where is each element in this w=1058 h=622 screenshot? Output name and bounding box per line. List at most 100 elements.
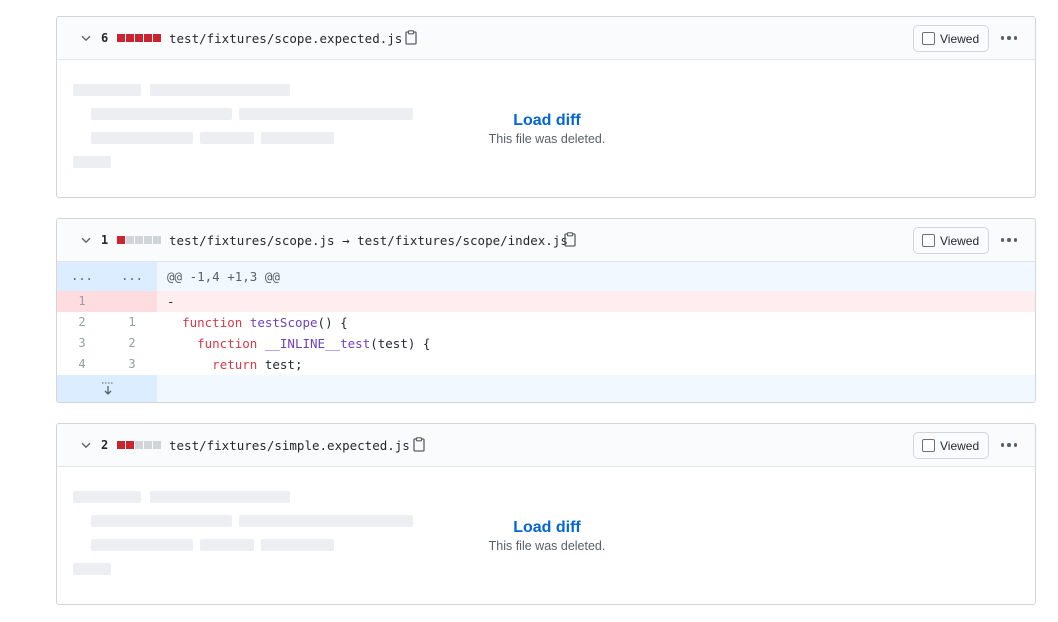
clipboard-icon[interactable] bbox=[564, 232, 576, 247]
diffstat-block bbox=[126, 441, 134, 449]
context-line-row: 43 return test; bbox=[57, 354, 1035, 375]
file-path-link[interactable]: test/fixtures/simple.expected.js bbox=[169, 438, 410, 453]
diffstat-block bbox=[126, 34, 134, 42]
file-header: 1 test/fixtures/scope.js → test/fixtures… bbox=[57, 219, 1035, 262]
viewed-label: Viewed bbox=[940, 31, 980, 46]
diffstat-block bbox=[153, 441, 161, 449]
old-line-number[interactable]: 4 bbox=[57, 354, 107, 375]
file-diff-scope-renamed: 1 test/fixtures/scope.js → test/fixtures… bbox=[56, 218, 1036, 403]
checkbox[interactable] bbox=[922, 439, 935, 452]
function-name-token: testScope bbox=[249, 315, 318, 330]
diff-placeholder: Load diff This file was deleted. bbox=[57, 60, 1035, 196]
diffstat-block bbox=[144, 236, 152, 244]
new-line-number[interactable]: 3 bbox=[107, 354, 157, 375]
code-line: function __INLINE__test(test) { bbox=[157, 333, 1035, 354]
file-path-link[interactable]: test/fixtures/scope.js → test/fixtures/s… bbox=[169, 233, 568, 248]
diffstat-block bbox=[153, 34, 161, 42]
load-diff-link[interactable]: Load diff bbox=[513, 519, 581, 537]
hunk-header-text: @@ -1,4 +1,3 @@ bbox=[167, 269, 280, 284]
keyword-token: function bbox=[197, 336, 258, 351]
load-diff-link[interactable]: Load diff bbox=[513, 112, 581, 130]
chevron-down-icon[interactable] bbox=[79, 31, 93, 45]
diffstat-bar bbox=[117, 236, 161, 244]
diff-table: ... ... @@ -1,4 +1,3 @@ 1-21 function te… bbox=[57, 262, 1035, 402]
skeleton-line bbox=[73, 491, 141, 503]
load-diff-container: Load diff This file was deleted. bbox=[57, 112, 1035, 146]
unfold-down-icon[interactable] bbox=[101, 381, 115, 397]
file-diff-scope-expected: 6 test/fixtures/scope.expected.js Viewed… bbox=[56, 16, 1036, 198]
diffstat-block bbox=[117, 441, 125, 449]
deleted-line-row: 1- bbox=[57, 291, 1035, 312]
load-diff-container: Load diff This file was deleted. bbox=[57, 519, 1035, 553]
viewed-label: Viewed bbox=[940, 233, 980, 248]
diffstat-block bbox=[144, 441, 152, 449]
diffstat-block bbox=[117, 236, 125, 244]
deleted-note: This file was deleted. bbox=[488, 132, 606, 146]
expand-row bbox=[57, 375, 1035, 402]
new-line-number[interactable]: 2 bbox=[107, 333, 157, 354]
diffstat-block bbox=[135, 236, 143, 244]
changes-count: 2 bbox=[101, 438, 109, 452]
viewed-label: Viewed bbox=[940, 438, 980, 453]
viewed-checkbox-button[interactable]: Viewed bbox=[913, 432, 989, 459]
context-line-row: 32 function __INLINE__test(test) { bbox=[57, 333, 1035, 354]
old-line-number[interactable]: 1 bbox=[57, 291, 107, 312]
viewed-checkbox-button[interactable]: Viewed bbox=[913, 25, 989, 52]
skeleton-line bbox=[150, 84, 290, 96]
code-token: test; bbox=[257, 357, 303, 372]
diff-prefix bbox=[167, 357, 175, 372]
skeleton-line bbox=[73, 156, 111, 168]
context-line-row: 21 function testScope() { bbox=[57, 312, 1035, 333]
code-line: - bbox=[157, 291, 1035, 312]
diffstat-block bbox=[153, 236, 161, 244]
chevron-down-icon[interactable] bbox=[79, 438, 93, 452]
file-header: 6 test/fixtures/scope.expected.js Viewed bbox=[57, 17, 1035, 60]
diff-prefix: - bbox=[167, 294, 175, 309]
viewed-checkbox-button[interactable]: Viewed bbox=[913, 227, 989, 254]
diffstat-bar bbox=[117, 441, 161, 449]
diff-placeholder: Load diff This file was deleted. bbox=[57, 467, 1035, 603]
diffstat-block bbox=[135, 441, 143, 449]
deleted-note: This file was deleted. bbox=[488, 539, 606, 553]
diff-prefix bbox=[167, 315, 175, 330]
file-path-link[interactable]: test/fixtures/scope.expected.js bbox=[169, 31, 402, 46]
expand-up-left[interactable]: ... bbox=[57, 262, 107, 291]
diff-prefix bbox=[167, 336, 175, 351]
function-name-token: __INLINE__test bbox=[264, 336, 371, 351]
clipboard-icon[interactable] bbox=[413, 437, 425, 452]
checkbox[interactable] bbox=[922, 234, 935, 247]
keyword-token: return bbox=[212, 357, 258, 372]
diffstat-block bbox=[144, 34, 152, 42]
diffstat-block bbox=[135, 34, 143, 42]
expand-up-right[interactable]: ... bbox=[107, 262, 157, 291]
old-line-number[interactable]: 2 bbox=[57, 312, 107, 333]
kebab-horizontal-icon[interactable] bbox=[999, 31, 1019, 45]
code-line: return test; bbox=[157, 354, 1035, 375]
changes-count: 6 bbox=[101, 31, 109, 45]
code-token: (test) { bbox=[370, 336, 431, 351]
code-line: function testScope() { bbox=[157, 312, 1035, 333]
checkbox[interactable] bbox=[922, 32, 935, 45]
file-diff-simple-expected: 2 test/fixtures/simple.expected.js Viewe… bbox=[56, 423, 1036, 605]
file-header: 2 test/fixtures/simple.expected.js Viewe… bbox=[57, 424, 1035, 467]
keyword-token: function bbox=[182, 315, 243, 330]
chevron-down-icon[interactable] bbox=[79, 233, 93, 247]
skeleton-line bbox=[73, 563, 111, 575]
skeleton-line bbox=[150, 491, 290, 503]
diffstat-bar bbox=[117, 34, 161, 42]
old-line-number[interactable]: 3 bbox=[57, 333, 107, 354]
code-token: () { bbox=[317, 315, 348, 330]
kebab-horizontal-icon[interactable] bbox=[999, 233, 1019, 247]
diffstat-block bbox=[117, 34, 125, 42]
expand-down-button[interactable] bbox=[57, 375, 157, 402]
diffstat-block bbox=[126, 236, 134, 244]
kebab-horizontal-icon[interactable] bbox=[999, 438, 1019, 452]
new-line-number[interactable] bbox=[107, 291, 157, 312]
clipboard-icon[interactable] bbox=[405, 30, 417, 45]
new-line-number[interactable]: 1 bbox=[107, 312, 157, 333]
